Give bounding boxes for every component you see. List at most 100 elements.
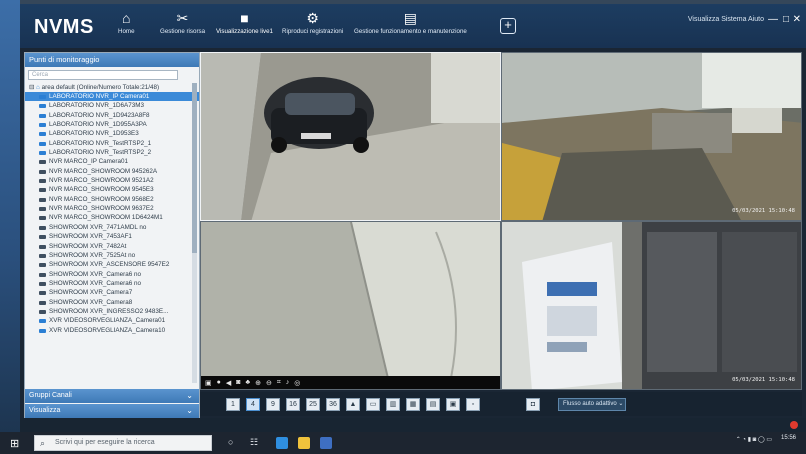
tree-item[interactable]: SHOWROOM XVR_Camera6 no [25,279,199,288]
layout-36-button[interactable]: 36 [326,398,340,411]
minimize-button[interactable]: — [768,14,778,25]
tree-root[interactable]: ⊟ ⌂ area default (Online/Numero Totale:2… [25,83,199,92]
video-tile-3[interactable]: ▣ ● ◀ ◙ ♣ ⊕ ⊖ ⌗ ♪ ◎ [200,221,501,390]
tree-item[interactable]: LABORATORIO NVR_IP Camera01 [25,92,199,102]
video-tile-1[interactable] [200,52,501,221]
panel-header[interactable]: Punti di monitoraggio [25,53,199,67]
close-all-icon[interactable]: ▫ [466,398,480,411]
tree-item[interactable]: SHOWROOM XVR_Camera7 [25,288,199,297]
camera-icon [39,169,46,174]
camera-icon[interactable]: ◙ [236,379,240,386]
channel-groups-header[interactable]: Gruppi Canali ⌄ [25,389,199,403]
split-view-icon[interactable]: ▥ [386,398,400,411]
tree-item[interactable]: SHOWROOM XVR_INGRESSO2 9483E... [25,307,199,316]
clock[interactable]: 15:56 [781,434,796,442]
snapshot-icon[interactable]: ▣ [205,379,212,387]
nav-home[interactable]: ⌂ Home [118,8,135,46]
view-header[interactable]: Visualizza ⌄ [25,404,199,418]
edge-icon[interactable] [276,437,288,449]
search-input[interactable]: Cerca [28,70,178,80]
nvms-app-icon[interactable] [320,437,332,449]
nav-resource[interactable]: ✂ Gestione risorsa [160,8,205,46]
zoom-out-icon[interactable]: ⊖ [266,379,272,387]
camera-feed-showroom [502,222,801,389]
tree-item[interactable]: SHOWROOM XVR_7453AF1 [25,232,199,241]
system-tray[interactable]: ⌃ ◔ ▮ ◙ ◯ ▭ [736,436,772,443]
camera-icon [39,235,46,240]
video-tile-2[interactable]: 05/03/2021 15:10:48 [501,52,802,221]
maximize-button[interactable]: □ [783,14,789,25]
grid-view-icon[interactable]: ▦ [406,398,420,411]
snapshot-all-icon[interactable]: ▤ [426,398,440,411]
taskbar-search-input[interactable]: ⌕ Scrivi qui per eseguire la ricerca [34,435,212,451]
tree-item[interactable]: XVR VIDEOSORVEGLIANZA_Camera01 [25,316,199,325]
screen: NVMS ⌂ Home ✂ Gestione risorsa ■ Visuali… [0,0,806,454]
tree-item[interactable]: SHOWROOM XVR_Camera6 no [25,270,199,279]
camera-icon [39,123,46,128]
tree-item[interactable]: LABORATORIO NVR_TestRTSP2_1 [25,139,199,148]
device-tree: ⊟ ⌂ area default (Online/Numero Totale:2… [25,83,199,335]
tree-item[interactable]: NVR MARCO_SHOWROOM 9545E3 [25,185,199,194]
playback-icon: ⚙ [306,10,319,26]
fullscreen-icon[interactable]: ⌗ [277,379,281,387]
layout-custom-icon[interactable]: ▲ [346,398,360,411]
scrollbar-thumb[interactable] [192,83,197,253]
stream-select[interactable]: Flusso auto adattivo ⌄ [558,398,626,411]
tree-item[interactable]: LABORATORIO NVR_TestRTSP2_2 [25,148,199,157]
tree-item[interactable]: NVR MARCO_SHOWROOM 9521A2 [25,176,199,185]
tree-item[interactable]: NVR MARCO_SHOWROOM 9568E2 [25,195,199,204]
tree-item[interactable]: XVR VIDEOSORVEGLIANZA_Camera10 [25,326,199,335]
widgets-icon[interactable]: ☷ [250,437,262,449]
tree-item[interactable]: SHOWROOM XVR_7525At no [25,251,199,260]
record-icon[interactable]: ● [217,379,221,386]
layout-25-button[interactable]: 25 [306,398,320,411]
tree-item-label: NVR MARCO_SHOWROOM 945262A [49,167,158,175]
nav-playback[interactable]: ⚙ Riproduci registrazioni [282,8,343,46]
nav-live-view[interactable]: ■ Visualizzazione live1 [216,8,273,46]
tree-item[interactable]: LABORATORIO NVR_1D6A73M3 [25,101,199,110]
tree-item[interactable]: SHOWROOM XVR_Camera8 [25,298,199,307]
tree-item[interactable]: NVR MARCO_SHOWROOM 945262A [25,167,199,176]
video-tile-4[interactable]: 05/03/2021 15:10:48 [501,221,802,390]
file-explorer-icon[interactable] [298,437,310,449]
tree-item[interactable]: NVR MARCO_SHOWROOM 1D6424M1 [25,213,199,222]
tree-item[interactable]: LABORATORIO NVR_1D953E3 [25,129,199,138]
expand-icon[interactable]: ⊟ [29,84,36,91]
full-screen-icon[interactable]: ▭ [366,398,380,411]
tree-item[interactable]: LABORATORIO NVR_1D9423A8F8 [25,111,199,120]
camera-icon [39,244,46,249]
tree-item[interactable]: LABORATORIO NVR_1D955A3PA [25,120,199,129]
tree-item[interactable]: NVR MARCO_SHOWROOM 9637E2 [25,204,199,213]
task-view-icon[interactable]: ○ [228,437,240,449]
tree-item-label: LABORATORIO NVR_IP Camera01 [49,93,150,100]
tree-item[interactable]: SHOWROOM XVR_ASCENSORE 9547E2 [25,260,199,269]
sidebar-scrollbar[interactable] [192,83,197,383]
tree-item[interactable]: SHOWROOM XVR_7482At [25,242,199,251]
audio-icon[interactable]: ◀ [226,379,231,387]
zoom-in-icon[interactable]: ⊕ [255,379,261,387]
ptz-icon[interactable]: ♣ [245,379,250,386]
tree-item[interactable]: SHOWROOM XVR_7471AMDL no [25,223,199,232]
nav-label: Visualizzazione live1 [216,28,273,35]
nav-maintenance[interactable]: ▤ Gestione funzionamento e manutenzione [354,8,467,46]
camera-icon [39,300,46,305]
windows-start-icon[interactable]: ⊞ [10,437,19,450]
alarm-icon[interactable] [790,421,798,429]
nav-label: Gestione risorsa [160,28,206,35]
taskbar-search-placeholder: Scrivi qui per eseguire la ricerca [55,439,155,446]
layout-9-button[interactable]: 9 [266,398,280,411]
layout-4-button[interactable]: 4 [246,398,260,411]
nav-label: Home [118,28,135,35]
stream-icon[interactable]: ◘ [526,398,540,411]
camera-icon [39,272,46,277]
system-menu[interactable]: Visualizza Sistema Aiuto [688,16,764,23]
tree-item-label: SHOWROOM XVR_7453AF1 [49,233,132,241]
close-button[interactable]: ✕ [793,14,801,25]
add-tab-button[interactable]: + [500,18,516,34]
sequence-icon[interactable]: ▣ [446,398,460,411]
layout-16-button[interactable]: 16 [286,398,300,411]
settings-icon[interactable]: ◎ [294,379,300,387]
tree-item[interactable]: NVR MARCO_IP Camera01 [25,157,199,166]
talk-icon[interactable]: ♪ [286,379,290,386]
layout-1-button[interactable]: 1 [226,398,240,411]
